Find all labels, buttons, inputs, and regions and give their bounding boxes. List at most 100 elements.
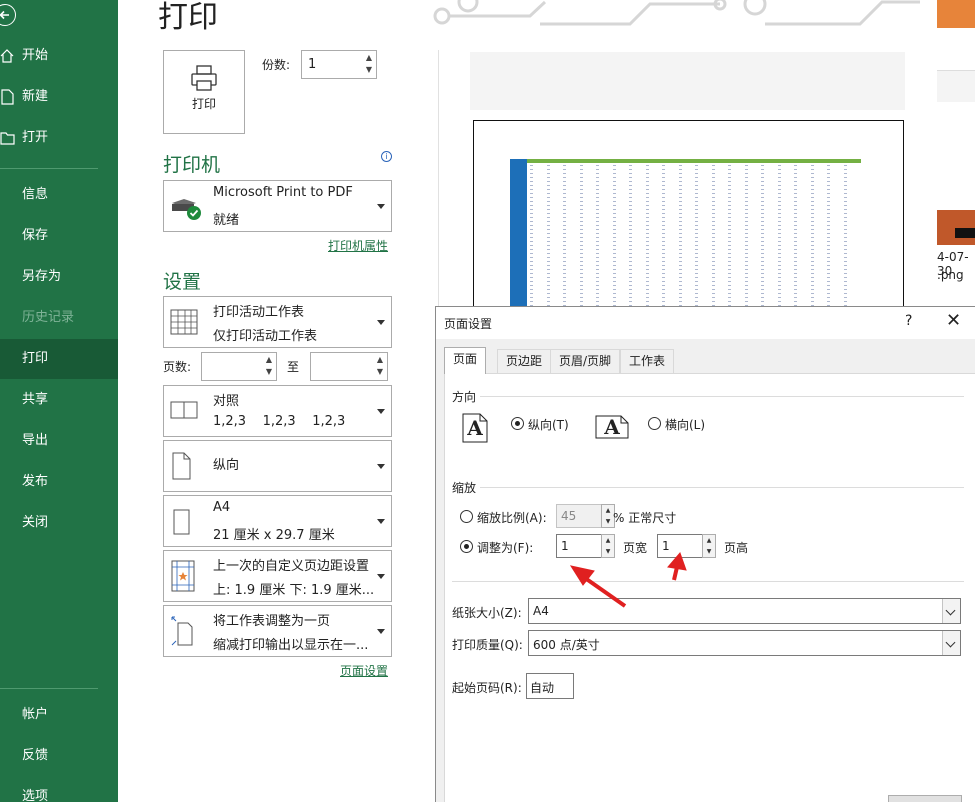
chevron-down-icon xyxy=(377,464,385,469)
help-button[interactable]: ? xyxy=(905,313,912,329)
close-button[interactable]: ✕ xyxy=(946,310,961,331)
paper-size-dropdown[interactable]: A4 xyxy=(528,598,961,624)
fit-pages-tall-stepper[interactable]: 1 ▲ ▼ xyxy=(657,534,716,558)
fit-pages-wide-arrows[interactable]: ▲ ▼ xyxy=(601,534,615,558)
sidebar-item-open[interactable]: 打开 xyxy=(0,118,118,158)
portrait-icon-glyph: A xyxy=(467,416,483,440)
preview-column xyxy=(563,165,566,315)
sidebar-item-label: 发布 xyxy=(22,474,49,489)
sidebar-item-new[interactable]: 新建 xyxy=(0,77,118,117)
group-divider xyxy=(480,396,964,397)
pages-to-arrows[interactable]: ▲ ▼ xyxy=(377,354,383,378)
paper-size-select[interactable]: A4 21 厘米 x 29.7 厘米 xyxy=(163,495,392,547)
sidebar-item-label: 信息 xyxy=(22,187,49,202)
sidebar-item-save-as[interactable]: 另存为 xyxy=(0,257,118,297)
fit-to-radio[interactable] xyxy=(460,540,473,553)
paper-icon xyxy=(173,509,190,535)
pages-from-stepper[interactable]: ▲ ▼ xyxy=(201,352,277,381)
preview-data-columns xyxy=(530,165,860,315)
copies-stepper[interactable]: 1 ▲ ▼ xyxy=(301,50,377,79)
sidebar-item-label: 帐户 xyxy=(22,707,49,722)
scaling-select[interactable]: 将工作表调整为一页 缩减打印输出以显示在一... xyxy=(163,605,392,657)
printer-icon xyxy=(191,65,217,91)
portrait-page-icon xyxy=(172,452,191,480)
desktop-thumbnail[interactable] xyxy=(937,70,975,102)
tab-header-footer[interactable]: 页眉/页脚 xyxy=(550,349,621,373)
scale-percent-value: 45 xyxy=(561,509,577,523)
landscape-radio[interactable] xyxy=(648,417,661,430)
collate-select[interactable]: 对照 1,2,3 1,2,3 1,2,3 xyxy=(163,385,392,437)
desktop-thumbnail[interactable] xyxy=(937,0,975,28)
printer-status: 就绪 xyxy=(213,213,240,228)
folder-open-icon xyxy=(0,132,15,145)
tab-page[interactable]: 页面 xyxy=(444,347,487,374)
tab-sheet[interactable]: 工作表 xyxy=(620,349,675,373)
printer-properties-link[interactable]: 打印机属性 xyxy=(328,237,388,254)
scale-percent-radio[interactable] xyxy=(460,510,473,523)
print-scope-select[interactable]: 打印活动工作表 仅打印活动工作表 xyxy=(163,296,392,348)
collate-icon xyxy=(170,401,198,419)
copies-stepper-arrows[interactable]: ▲ ▼ xyxy=(366,52,372,76)
orientation-select[interactable]: 纵向 xyxy=(163,440,392,492)
landscape-icon-glyph: A xyxy=(604,415,620,439)
sidebar-item-label: 打印 xyxy=(22,351,49,366)
chevron-down-icon xyxy=(377,629,385,634)
scale-percent-stepper[interactable]: 45 ▲ ▼ xyxy=(556,504,615,528)
chevron-down-icon[interactable] xyxy=(942,599,960,623)
portrait-radio-label[interactable]: 纵向(T) xyxy=(528,416,569,433)
fit-to-label[interactable]: 调整为(F): xyxy=(477,539,533,556)
sidebar-item-feedback[interactable]: 反馈 xyxy=(0,736,118,776)
paper-subtitle: 21 厘米 x 29.7 厘米 xyxy=(213,528,335,543)
margins-title: 上一次的自定义页边距设置 xyxy=(213,559,370,574)
paper-size-label: 纸张大小(Z): xyxy=(452,606,522,620)
fit-pages-wide-stepper[interactable]: 1 ▲ ▼ xyxy=(556,534,615,558)
fit-pages-tall-arrows[interactable]: ▲ ▼ xyxy=(702,534,716,558)
copies-value: 1 xyxy=(308,57,317,72)
scale-percent-label[interactable]: 缩放比例(A): xyxy=(477,509,547,526)
sidebar-item-home[interactable]: 开始 xyxy=(0,36,118,76)
home-icon xyxy=(0,49,14,63)
printer-ready-icon xyxy=(172,199,201,220)
sidebar-item-label: 另存为 xyxy=(22,269,62,284)
margins-select[interactable]: 上一次的自定义页边距设置 上: 1.9 厘米 下: 1.9 厘米... xyxy=(163,550,392,602)
page-title: 打印 xyxy=(158,0,218,35)
orientation-group-label: 方向 xyxy=(452,390,477,404)
sidebar-item-share[interactable]: 共享 xyxy=(0,380,118,420)
landscape-radio-label[interactable]: 横向(L) xyxy=(665,416,705,433)
page-setup-link[interactable]: 页面设置 xyxy=(340,662,388,679)
copies-label: 份数: xyxy=(262,58,291,72)
portrait-radio[interactable] xyxy=(511,417,524,430)
print-button[interactable]: 打印 xyxy=(163,50,245,134)
margins-icon xyxy=(171,560,195,592)
tab-margins[interactable]: 页边距 xyxy=(497,349,552,373)
pages-from-arrows[interactable]: ▲ ▼ xyxy=(266,354,272,378)
first-page-number-field[interactable]: 自动 xyxy=(526,673,574,699)
sidebar-item-options[interactable]: 选项 xyxy=(0,777,118,802)
excel-print-backstage: 开始 新建 打开 信息 保存 另存为 历史记录 打印 共享 导出 发布 关闭 帐… xyxy=(0,0,975,802)
dialog-button[interactable] xyxy=(888,795,962,802)
pages-to-stepper[interactable]: ▲ ▼ xyxy=(310,352,388,381)
scaling-group-label: 缩放 xyxy=(452,481,477,495)
info-icon[interactable]: i xyxy=(381,151,392,162)
new-document-icon xyxy=(1,89,14,105)
sidebar-item-label: 保存 xyxy=(22,228,49,243)
sidebar-item-info[interactable]: 信息 xyxy=(0,175,118,215)
sidebar-item-account[interactable]: 帐户 xyxy=(0,695,118,735)
sidebar-item-export[interactable]: 导出 xyxy=(0,421,118,461)
sidebar-item-print[interactable]: 打印 xyxy=(0,339,118,379)
desktop-thumbnail[interactable] xyxy=(937,210,975,245)
chevron-down-icon[interactable] xyxy=(942,631,960,655)
sidebar-item-close[interactable]: 关闭 xyxy=(0,503,118,543)
chevron-down-icon xyxy=(377,320,385,325)
sidebar-item-publish[interactable]: 发布 xyxy=(0,462,118,502)
landscape-orientation-icon: A xyxy=(595,415,629,439)
sidebar-item-label: 历史记录 xyxy=(22,310,75,325)
sidebar-divider xyxy=(0,168,98,169)
print-quality-dropdown[interactable]: 600 点/英寸 xyxy=(528,630,961,656)
sidebar-item-label: 共享 xyxy=(22,392,49,407)
back-arrow-icon[interactable] xyxy=(0,4,16,26)
group-divider xyxy=(452,581,964,582)
sidebar-item-save[interactable]: 保存 xyxy=(0,216,118,256)
printer-select[interactable]: Microsoft Print to PDF 就绪 xyxy=(163,180,392,232)
chevron-down-icon xyxy=(377,574,385,579)
